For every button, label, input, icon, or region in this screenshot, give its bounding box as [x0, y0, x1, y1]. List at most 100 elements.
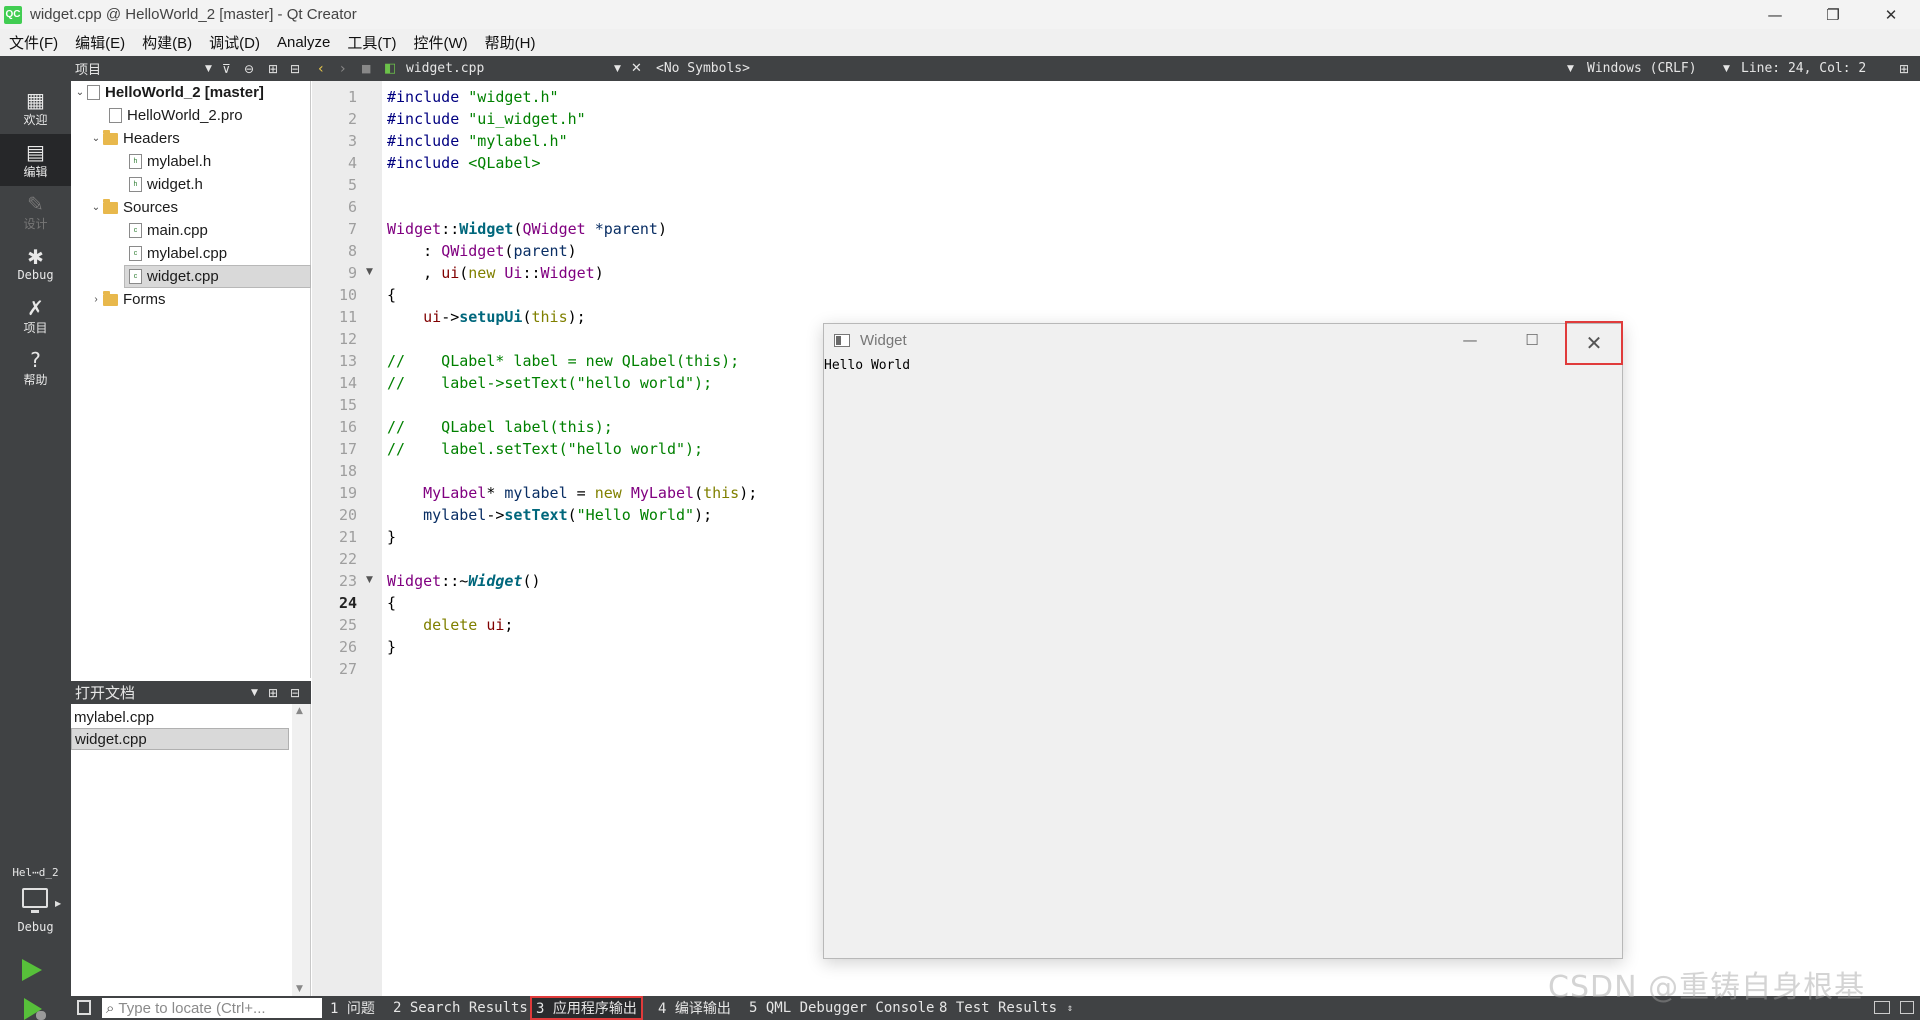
locator-input[interactable]: ⌕ Type to locate (Ctrl+... — [102, 998, 322, 1018]
code-line: // QLabel* label = new QLabel(this); — [387, 352, 740, 370]
dropdown-arrow-icon[interactable]: ▼ — [205, 56, 212, 81]
chevron-right-icon[interactable]: › — [89, 294, 103, 305]
kit-project-name: Hel⋯d_2 — [12, 866, 59, 879]
scroll-up-icon[interactable]: ▲ — [296, 706, 303, 716]
line-ending-dropdown[interactable]: Windows (CRLF) — [1587, 56, 1697, 81]
more-tabs-icon[interactable]: ⇕ — [1067, 996, 1073, 1020]
forward-icon[interactable]: › — [340, 56, 346, 81]
output-pane-icon[interactable] — [1874, 1001, 1890, 1014]
back-icon[interactable]: ‹ — [318, 56, 324, 81]
scroll-down-icon[interactable]: ▼ — [296, 984, 303, 994]
menu-tools[interactable]: 工具(T) — [338, 32, 404, 53]
widget-minimize-button[interactable]: — — [1442, 324, 1498, 356]
tab-application-output[interactable]: 3 应用程序输出 — [530, 996, 643, 1020]
link-icon[interactable]: ⊖ — [244, 56, 254, 81]
tab-search-results[interactable]: 2 Search Results — [393, 996, 528, 1020]
menu-analyze[interactable]: Analyze — [268, 34, 338, 51]
sidebar-right-icon[interactable] — [1900, 1001, 1914, 1014]
monitor-icon[interactable] — [22, 888, 48, 913]
window-title: widget.cpp @ HelloWorld_2 [master] - Qt … — [30, 6, 357, 23]
bug-icon: ✱ — [27, 245, 44, 269]
scrollbar[interactable]: ▲ ▼ — [292, 704, 310, 996]
close-document-icon[interactable]: ✕ — [631, 56, 642, 81]
mode-help[interactable]: ? 帮助 — [0, 342, 71, 394]
menu-file[interactable]: 文件(F) — [0, 32, 66, 53]
chevron-down-icon[interactable]: ⌄ — [89, 202, 103, 213]
restore-button[interactable]: ❐ — [1804, 0, 1862, 29]
line-number: 20 — [338, 506, 357, 524]
symbols-dropdown-arrow-icon[interactable]: ▼ — [1567, 56, 1574, 81]
menu-bar: 文件(F) 编辑(E) 构建(B) 调试(D) Analyze 工具(T) 控件… — [0, 29, 1920, 56]
tree-item-pro-file[interactable]: HelloWorld_2.pro — [95, 104, 243, 127]
widget-window-titlebar[interactable]: Widget — [824, 324, 1622, 356]
chevron-down-icon[interactable]: ⌄ — [73, 87, 87, 98]
menu-edit[interactable]: 编辑(E) — [66, 32, 133, 53]
mode-edit[interactable]: ▤ 编辑 — [0, 134, 71, 186]
window-icon — [834, 333, 850, 347]
filter-icon[interactable]: ⊽ — [222, 56, 231, 81]
tree-item-project[interactable]: ⌄ HelloWorld_2 [master] — [73, 81, 264, 104]
close-pane-icon[interactable]: ⊟ — [290, 686, 300, 700]
split-icon[interactable]: ⊞ — [268, 686, 278, 700]
menu-controls[interactable]: 控件(W) — [405, 32, 476, 53]
line-number: 3 — [347, 132, 357, 150]
open-doc-widget-cpp[interactable]: widget.cpp — [71, 728, 289, 750]
tree-item-mylabel-h[interactable]: h mylabel.h — [129, 150, 211, 173]
tab-compile-output[interactable]: 4 编译输出 — [658, 996, 731, 1020]
tree-item-forms[interactable]: › Forms — [89, 288, 166, 311]
open-doc-mylabel-cpp[interactable]: mylabel.cpp — [71, 706, 289, 728]
code-line: #include "widget.h" — [387, 88, 559, 106]
project-view-dropdown[interactable]: 项目 — [75, 56, 101, 81]
line-number: 2 — [347, 110, 357, 128]
line-ending-arrow-icon[interactable]: ▼ — [1723, 56, 1730, 81]
widget-maximize-button[interactable]: ☐ — [1504, 324, 1560, 356]
minimize-button[interactable]: — — [1746, 0, 1804, 29]
chevron-down-icon[interactable]: ⌄ — [89, 133, 103, 144]
tree-item-mylabel-cpp[interactable]: c mylabel.cpp — [129, 242, 227, 265]
line-number: 13 — [338, 352, 357, 370]
current-file-dropdown[interactable]: widget.cpp — [406, 56, 484, 81]
tab-issues[interactable]: 1 问题 — [330, 996, 375, 1020]
menu-build[interactable]: 构建(B) — [133, 32, 200, 53]
tree-item-main-cpp[interactable]: c main.cpp — [129, 219, 208, 242]
split-icon[interactable]: ⊞ — [268, 56, 278, 81]
cursor-position[interactable]: Line: 24, Col: 2 — [1741, 56, 1866, 81]
fold-marker-icon[interactable]: ▼ — [366, 575, 373, 585]
menu-help[interactable]: 帮助(H) — [476, 32, 544, 53]
tree-item-sources[interactable]: ⌄ Sources — [89, 196, 178, 219]
line-number: 11 — [338, 308, 357, 326]
qt-creator-logo-icon: QC — [4, 5, 22, 24]
close-pane-icon[interactable]: ⊟ — [290, 56, 300, 81]
menu-debug[interactable]: 调试(D) — [200, 32, 268, 53]
line-number: 25 — [338, 616, 357, 634]
symbols-dropdown[interactable]: <No Symbols> — [656, 56, 750, 81]
mode-projects[interactable]: ✗ 项目 — [0, 290, 71, 342]
toggle-sidebar-icon[interactable] — [77, 1000, 91, 1015]
dropdown-arrow-icon[interactable]: ▼ — [251, 688, 258, 698]
code-line: mylabel->setText("Hello World"); — [423, 506, 713, 524]
file-dropdown-arrow-icon[interactable]: ▼ — [614, 56, 621, 81]
mode-bar: ▦ 欢迎 ▤ 编辑 ✎ 设计 ✱ Debug ✗ 项目 ? 帮助 Hel⋯d_2… — [0, 56, 71, 1020]
tree-item-headers[interactable]: ⌄ Headers — [89, 127, 180, 150]
project-tree: ⌄ HelloWorld_2 [master] HelloWorld_2.pro… — [71, 81, 311, 678]
header-file-icon: h — [129, 154, 142, 169]
widget-close-button[interactable]: ✕ — [1565, 321, 1623, 365]
code-line: delete ui; — [423, 616, 514, 634]
tree-item-widget-h[interactable]: h widget.h — [129, 173, 203, 196]
kit-selector-arrow-icon[interactable]: ▶ — [55, 899, 61, 908]
run-button[interactable] — [22, 959, 42, 981]
tab-test-results[interactable]: 8 Test Results — [939, 996, 1057, 1020]
mode-debug[interactable]: ✱ Debug — [0, 238, 71, 290]
code-line: // label->setText("hello world"); — [387, 374, 713, 392]
tree-item-widget-cpp[interactable]: c widget.cpp — [124, 265, 311, 288]
line-number: 14 — [338, 374, 357, 392]
mode-design[interactable]: ✎ 设计 — [0, 186, 71, 238]
fold-marker-icon[interactable]: ▼ — [366, 267, 373, 277]
close-button[interactable]: ✕ — [1862, 0, 1920, 29]
line-number: 9 — [347, 264, 357, 282]
split-editor-icon[interactable]: ⊞ — [1899, 56, 1909, 81]
code-line: ui->setupUi(this); — [423, 308, 586, 326]
code-line: } — [387, 528, 397, 546]
mode-welcome[interactable]: ▦ 欢迎 — [0, 82, 71, 134]
tab-qml-debugger-console[interactable]: 5 QML Debugger Console — [749, 996, 934, 1020]
